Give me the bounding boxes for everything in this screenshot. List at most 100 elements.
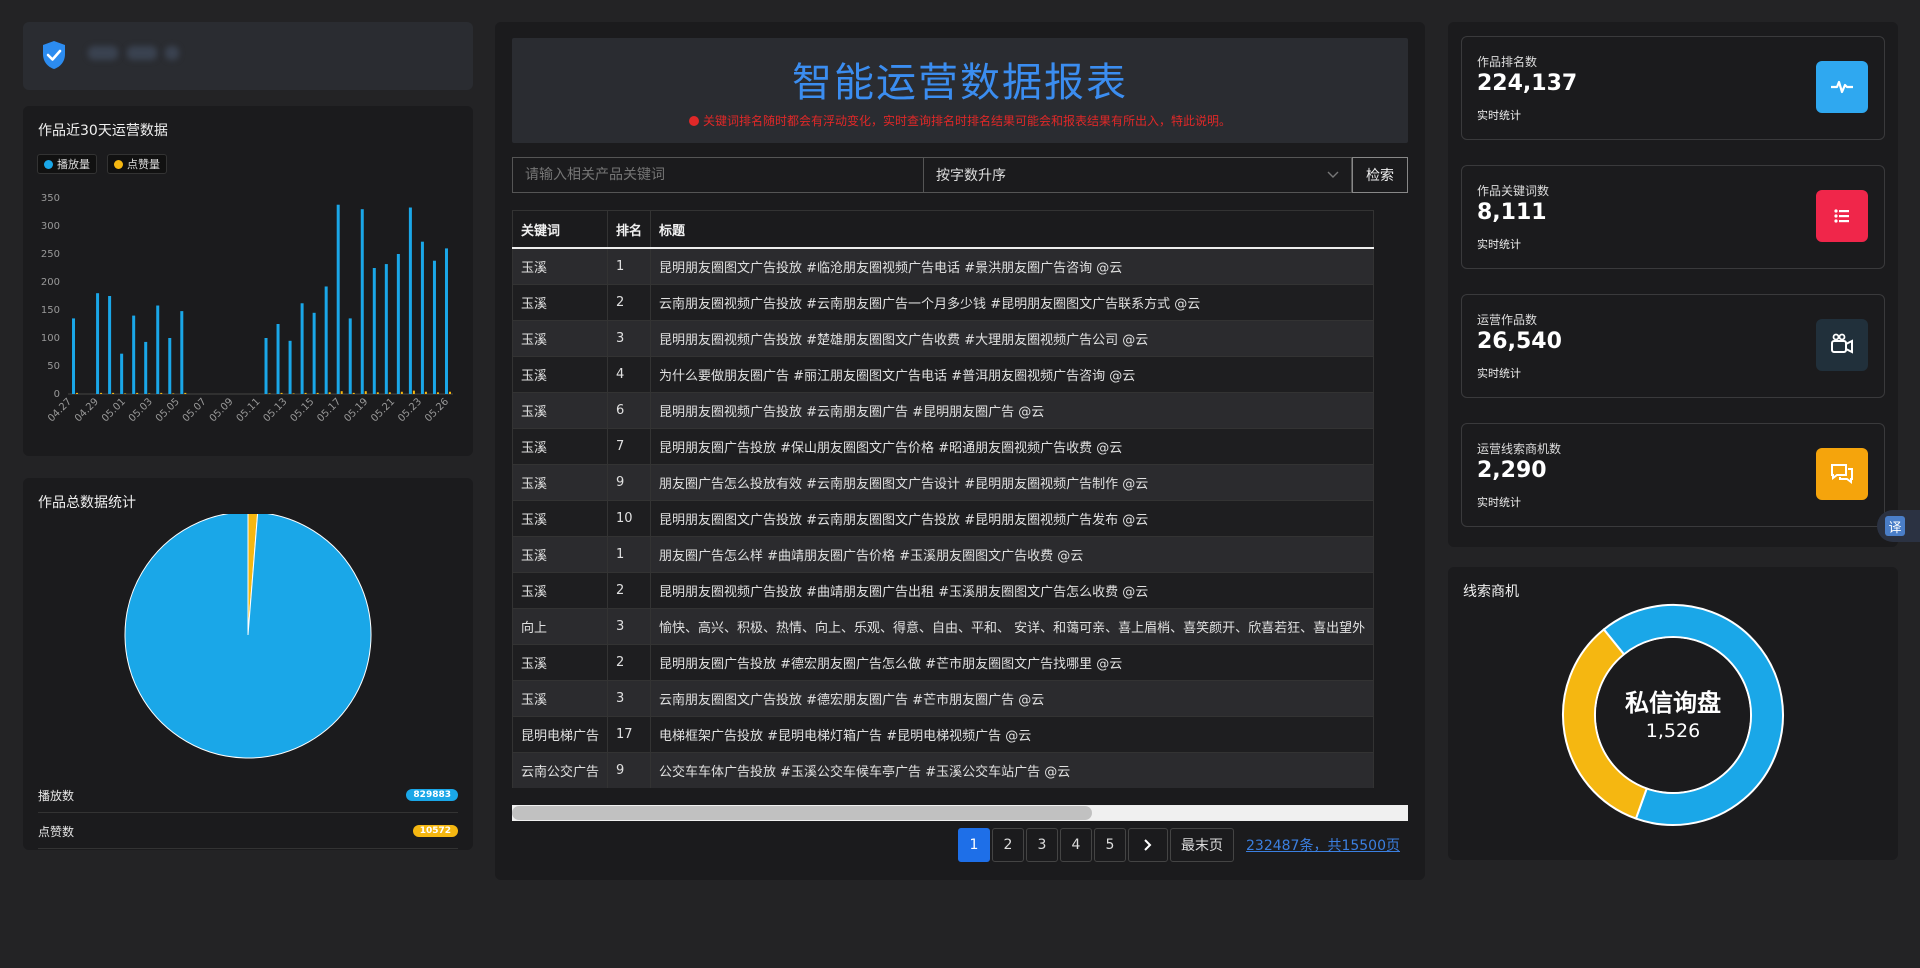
stat-value: 26,540 — [1477, 329, 1562, 354]
bar-like[interactable] — [412, 390, 415, 394]
legend-like[interactable]: 点赞量 — [107, 154, 167, 174]
blurred-account-name — [88, 46, 118, 60]
horizontal-scrollbar[interactable] — [512, 805, 1408, 821]
bar-play[interactable] — [372, 268, 376, 394]
table-row[interactable]: 玉溪 3 昆明朋友圈视频广告投放 #楚雄朋友圈图文广告收费 #大理朋友圈视频广告公司… — [512, 320, 1375, 357]
bar-like[interactable] — [436, 392, 439, 394]
bar-play[interactable] — [348, 318, 352, 394]
bar-play[interactable] — [420, 241, 424, 394]
bar-play[interactable] — [72, 318, 76, 394]
page-button-5[interactable]: 5 — [1094, 828, 1127, 862]
bar-like[interactable] — [76, 392, 79, 394]
table-row[interactable]: 玉溪 3 云南朋友圈图文广告投放 #德宏朋友圈广告 #芒市朋友圈广告 @云 — [512, 680, 1375, 717]
keyword-search-input[interactable] — [512, 157, 924, 193]
bar-play[interactable] — [120, 353, 124, 394]
search-button[interactable]: 检索 — [1352, 157, 1408, 193]
page-button-2[interactable]: 2 — [992, 828, 1025, 862]
bar-play[interactable] — [312, 312, 316, 394]
bar-like[interactable] — [304, 392, 307, 394]
bar-play[interactable] — [396, 254, 400, 394]
rank-cell: 17 — [607, 716, 652, 753]
bar-like[interactable] — [352, 392, 355, 394]
bar-play[interactable] — [300, 303, 304, 394]
y-tick-label: 300 — [41, 221, 60, 232]
bar-like[interactable] — [424, 391, 427, 394]
table-row[interactable]: 玉溪 2 昆明朋友圈广告投放 #德宏朋友圈广告怎么做 #芒市朋友圈图文广告找哪里 @… — [512, 644, 1375, 681]
leads-panel: 线索商机 私信询盘 1,526 — [1448, 567, 1898, 860]
bar-play[interactable] — [180, 311, 184, 394]
rank-cell: 2 — [607, 644, 652, 681]
title-cell: 昆明朋友圈视频广告投放 #云南朋友圈广告 #昆明朋友圈广告 @云 — [650, 392, 1375, 429]
translate-icon: 译 — [1885, 516, 1905, 536]
table-row[interactable]: 玉溪 2 云南朋友圈视频广告投放 #云南朋友圈广告一个月多少钱 #昆明朋友圈图文广告… — [512, 284, 1375, 321]
bar-like[interactable] — [136, 392, 139, 394]
table-row[interactable]: 玉溪 4 为什么要做朋友圈广告 #丽江朋友圈图文广告电话 #普洱朋友圈视频广告咨询 … — [512, 356, 1375, 393]
bar-like[interactable] — [316, 392, 319, 394]
column-header[interactable]: 关键词 — [512, 210, 609, 249]
bar-like[interactable] — [292, 393, 295, 394]
bar-like[interactable] — [400, 391, 403, 394]
page-button-4[interactable]: 4 — [1060, 828, 1093, 862]
bar-like[interactable] — [184, 392, 187, 394]
bar-like[interactable] — [376, 392, 379, 394]
table-header: 关键词 排名 标题 — [512, 210, 1375, 249]
bar-play[interactable] — [324, 286, 328, 394]
page-button-3[interactable]: 3 — [1026, 828, 1059, 862]
bar-play[interactable] — [360, 209, 364, 394]
table-row[interactable]: 玉溪 2 昆明朋友圈视频广告投放 #曲靖朋友圈广告出租 #玉溪朋友圈图文广告怎么收费… — [512, 572, 1375, 609]
bar-play[interactable] — [408, 207, 412, 394]
bar-like[interactable] — [280, 392, 283, 394]
title-cell: 朋友圈广告怎么样 #曲靖朋友圈广告价格 #玉溪朋友圈图文广告收费 @云 — [650, 536, 1375, 573]
bar-play[interactable] — [144, 341, 148, 394]
bar-play[interactable] — [336, 204, 340, 394]
bar-like[interactable] — [388, 392, 391, 394]
table-row[interactable]: 玉溪 10 昆明朋友圈图文广告投放 #云南朋友圈图文广告投放 #昆明朋友圈视频广告发… — [512, 500, 1375, 537]
table-row[interactable]: 云南公交广告 9 公交车车体广告投放 #玉溪公交车候车亭广告 #玉溪公交车站广告 @… — [512, 752, 1375, 788]
bar-play[interactable] — [168, 338, 172, 394]
bar-like[interactable] — [112, 392, 115, 394]
bar-play[interactable] — [432, 260, 436, 394]
bar-like[interactable] — [172, 393, 175, 394]
bar-play[interactable] — [96, 293, 100, 394]
sort-select[interactable]: 按字数升序 — [924, 157, 1352, 193]
column-header[interactable]: 标题 — [650, 210, 1375, 249]
pagination-total[interactable]: 232487条，共15500页 — [1246, 835, 1400, 855]
last-page-button[interactable]: 最末页 — [1170, 828, 1235, 862]
table-row[interactable]: 向上 3 愉快、高兴、积极、热情、向上、乐观、得意、自由、平和、 安详、和蔼可亲、喜… — [512, 608, 1375, 645]
table-row[interactable]: 玉溪 6 昆明朋友圈视频广告投放 #云南朋友圈广告 #昆明朋友圈广告 @云 — [512, 392, 1375, 429]
bar-play[interactable] — [156, 305, 160, 394]
table-row[interactable]: 玉溪 1 昆明朋友圈图文广告投放 #临沧朋友圈视频广告电话 #景洪朋友圈广告咨询 @… — [512, 247, 1375, 285]
table-row[interactable]: 玉溪 7 昆明朋友圈广告投放 #保山朋友圈图文广告价格 #昭通朋友圈视频广告收费 @… — [512, 428, 1375, 465]
translate-button[interactable]: 译 — [1877, 510, 1920, 542]
page-button-1[interactable]: 1 — [958, 828, 991, 862]
bar-like[interactable] — [448, 391, 451, 394]
bar-play[interactable] — [108, 296, 112, 394]
stat-icon-box — [1816, 319, 1868, 371]
rank-cell: 3 — [607, 608, 652, 645]
next-page-button[interactable] — [1128, 828, 1169, 862]
bar-play[interactable] — [288, 340, 292, 394]
bar-like[interactable] — [364, 391, 367, 394]
leads-donut-chart: 私信询盘 1,526 — [1562, 604, 1784, 826]
bar-play[interactable] — [384, 264, 388, 394]
column-header[interactable]: 排名 — [607, 210, 652, 249]
table-row[interactable]: 玉溪 9 朋友圈广告怎么投放有效 #云南朋友圈图文广告设计 #昆明朋友圈视频广告制作… — [512, 464, 1375, 501]
pie-slice-play[interactable] — [124, 514, 372, 759]
scrollbar-thumb[interactable] — [512, 806, 1092, 820]
bar-play[interactable] — [264, 338, 268, 394]
bar-play[interactable] — [132, 315, 136, 394]
bar-like[interactable] — [124, 393, 127, 394]
bar-like[interactable] — [100, 392, 103, 394]
table-row[interactable]: 玉溪 1 朋友圈广告怎么样 #曲靖朋友圈广告价格 #玉溪朋友圈图文广告收费 @云 — [512, 536, 1375, 573]
bar-like[interactable] — [268, 393, 271, 394]
table-row[interactable]: 昆明电梯广告 17 电梯框架广告投放 #昆明电梯灯箱广告 #昆明电梯视频广告 @云 — [512, 716, 1375, 753]
bar-like[interactable] — [148, 393, 151, 394]
keyword-cell: 玉溪 — [512, 392, 609, 429]
bar-like[interactable] — [328, 392, 331, 394]
rank-cell: 9 — [607, 464, 652, 501]
bar-like[interactable] — [160, 392, 163, 394]
bar-play[interactable] — [276, 324, 280, 394]
legend-play[interactable]: 播放量 — [37, 154, 97, 174]
bar-play[interactable] — [444, 248, 448, 394]
bar-like[interactable] — [340, 391, 343, 394]
